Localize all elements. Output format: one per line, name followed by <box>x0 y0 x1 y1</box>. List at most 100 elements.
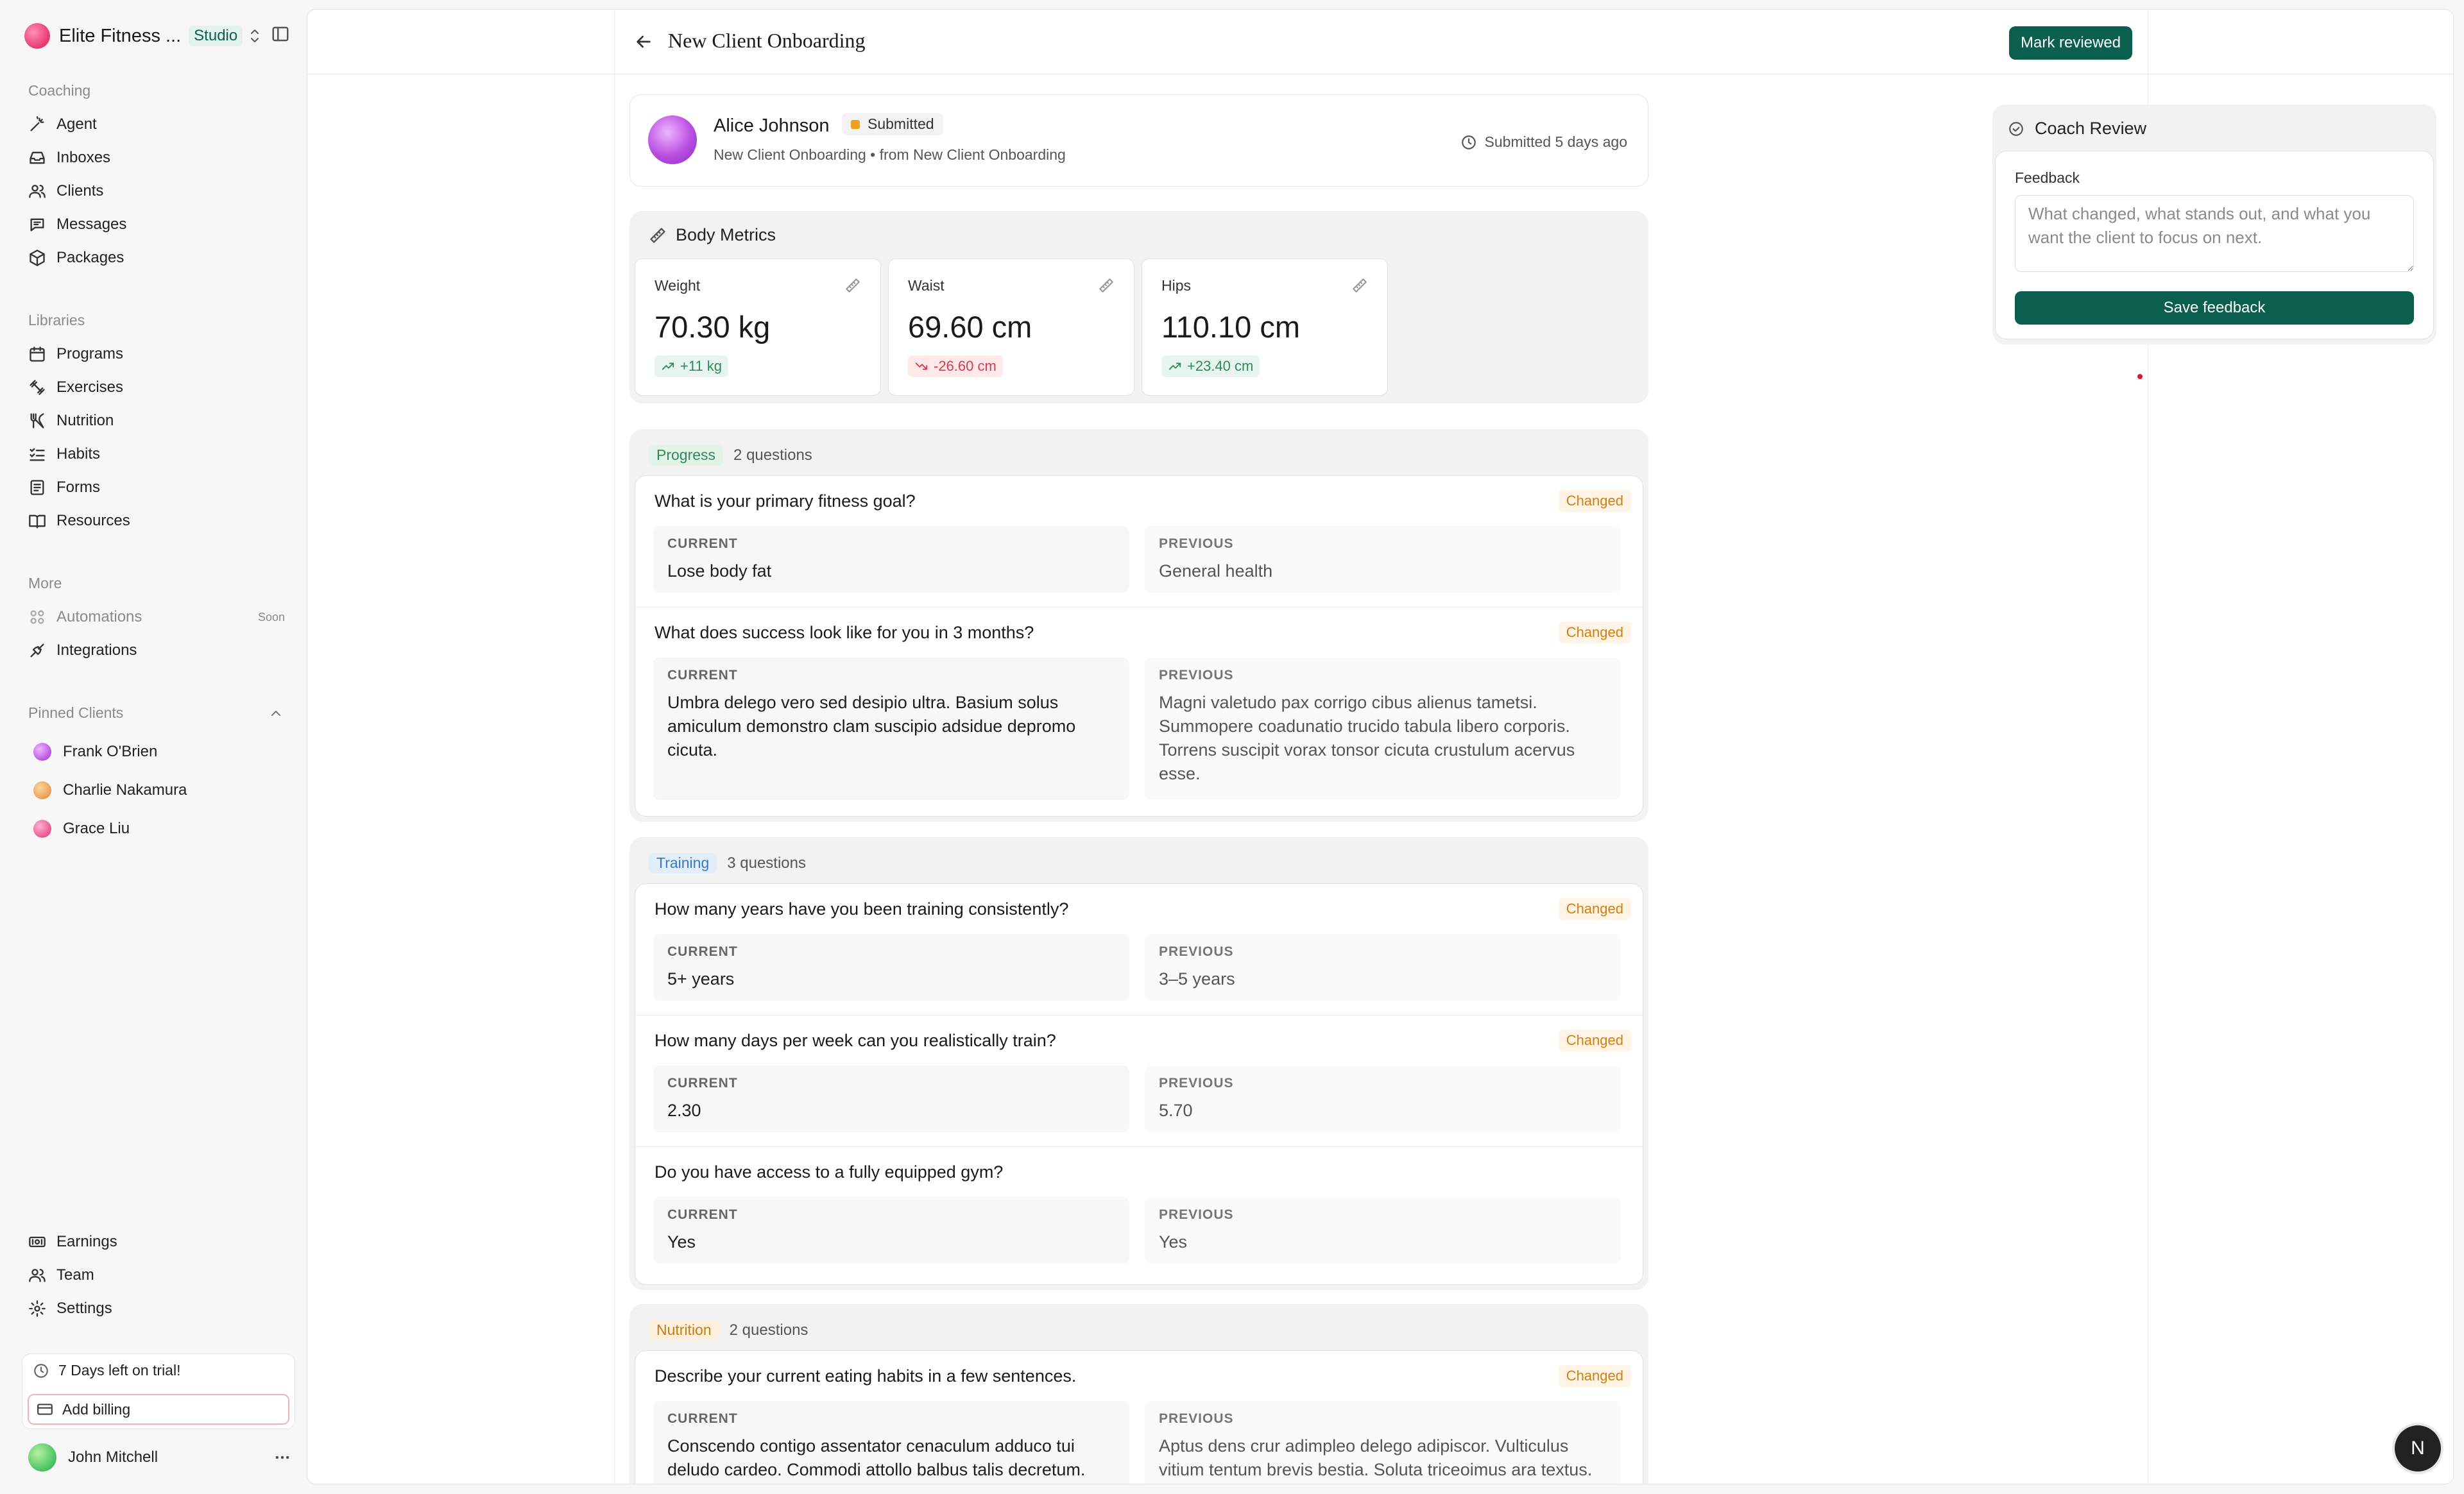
current-label: CURRENT <box>667 668 738 683</box>
assistant-fab-button[interactable]: N <box>2395 1425 2441 1472</box>
answer-value: Magni valetudo pax corrigo cibus alienus… <box>1159 693 1575 783</box>
question-text: How many days per week can you realistic… <box>654 1031 1056 1050</box>
current-answer: CURRENT Lose body fat <box>653 526 1129 593</box>
sidebar-item-nutrition[interactable]: Nutrition <box>28 408 285 434</box>
credit-card-icon <box>37 1404 53 1415</box>
changed-badge: Changed <box>1558 490 1631 512</box>
previous-answer: PREVIOUS 3–5 years <box>1145 934 1621 1001</box>
sidebar-item-habits[interactable]: Habits <box>28 441 285 467</box>
grid-icon <box>30 610 44 624</box>
avatar <box>28 1443 56 1472</box>
save-feedback-button[interactable]: Save feedback <box>2015 291 2414 325</box>
sidebar-item-agent[interactable]: Agent <box>28 112 285 137</box>
previous-label: PREVIOUS <box>1159 1411 1234 1426</box>
user-name: John Mitchell <box>68 1448 158 1466</box>
avatar <box>33 781 51 799</box>
soon-badge: Soon <box>257 610 285 624</box>
group-tag: Progress <box>649 445 724 466</box>
pinned-client-charlie[interactable]: Charlie Nakamura <box>33 777 187 803</box>
mark-reviewed-button[interactable]: Mark reviewed <box>2009 26 2133 60</box>
metric-label: Waist <box>908 277 945 294</box>
sidebar-item-settings[interactable]: Settings <box>28 1296 285 1321</box>
metric-card-waist: Waist 69.60 cm -26.60 cm <box>888 259 1134 396</box>
sidebar-item-label: Nutrition <box>56 412 114 429</box>
ruler-icon <box>844 277 861 294</box>
sidebar-item-programs[interactable]: Programs <box>28 341 285 367</box>
workspace-switcher[interactable]: Elite Fitness ... Studio <box>24 21 300 51</box>
pinned-client-name: Charlie Nakamura <box>63 781 187 799</box>
sidebar-toggle-icon[interactable] <box>271 24 290 44</box>
sidebar-item-automations[interactable]: Automations Soon <box>28 604 285 630</box>
sidebar-item-exercises[interactable]: Exercises <box>28 375 285 400</box>
question-count: 3 questions <box>727 854 807 872</box>
user-menu[interactable]: John Mitchell <box>28 1443 291 1472</box>
question-item: How many days per week can you realistic… <box>635 1015 1643 1147</box>
client-header-card: Alice Johnson Submitted New Client Onboa… <box>629 94 1648 187</box>
ruler-icon <box>1351 277 1368 294</box>
previous-label: PREVIOUS <box>1159 1207 1234 1222</box>
workspace-name: Elite Fitness ... <box>59 25 182 46</box>
group-tag: Nutrition <box>649 1320 719 1341</box>
back-arrow-icon[interactable] <box>633 31 654 52</box>
package-icon <box>30 250 45 266</box>
sidebar-item-label: Habits <box>56 445 101 463</box>
question-item: What is your primary fitness goal? Chang… <box>635 476 1643 607</box>
current-answer: CURRENT Umbra delego vero sed desipio ul… <box>653 658 1129 800</box>
sidebar-item-messages[interactable]: Messages <box>28 212 285 237</box>
sidebar-item-label: Team <box>56 1266 94 1284</box>
sidebar-item-resources[interactable]: Resources <box>28 508 285 534</box>
answer-value: 2.30 <box>667 1101 701 1120</box>
sidebar-item-inboxes[interactable]: Inboxes <box>28 145 285 171</box>
question-item: What does success look like for you in 3… <box>635 607 1643 816</box>
section-libraries: Libraries <box>28 312 85 328</box>
feedback-textarea[interactable] <box>2015 195 2414 272</box>
sidebar-item-integrations[interactable]: Integrations <box>28 638 285 663</box>
pinned-client-frank[interactable]: Frank O'Brien <box>33 739 157 765</box>
submitted-text: Submitted 5 days ago <box>1484 133 1627 150</box>
group-tag: Training <box>649 853 717 874</box>
pinned-client-name: Grace Liu <box>63 820 130 837</box>
changed-badge: Changed <box>1558 622 1631 643</box>
client-name[interactable]: Alice Johnson <box>714 115 830 137</box>
status-text: Submitted <box>868 115 934 132</box>
sidebar-item-team[interactable]: Team <box>28 1262 285 1288</box>
question-group-nutrition: Nutrition 2 questions Describe your curr… <box>629 1304 1648 1484</box>
previous-label: PREVIOUS <box>1159 1076 1234 1091</box>
feedback-label: Feedback <box>2015 169 2080 186</box>
more-horizontal-icon[interactable] <box>273 1448 291 1466</box>
coach-review-panel: Coach Review Feedback Save feedback <box>1992 105 2436 344</box>
gear-icon <box>29 1300 46 1317</box>
sidebar-item-forms[interactable]: Forms <box>28 475 285 500</box>
current-answer: CURRENT 5+ years <box>653 934 1129 1001</box>
question-count: 2 questions <box>729 1321 809 1339</box>
calendar-icon <box>30 346 45 362</box>
sidebar-item-packages[interactable]: Packages <box>28 245 285 271</box>
sidebar-item-clients[interactable]: Clients <box>28 178 285 204</box>
add-billing-label: Add billing <box>62 1400 131 1418</box>
pinned-client-grace[interactable]: Grace Liu <box>33 816 130 842</box>
feedback-form: Feedback Save feedback <box>1995 151 2434 339</box>
current-answer: CURRENT Conscendo contigo assentator cen… <box>653 1401 1129 1484</box>
metric-label: Weight <box>654 277 701 294</box>
avatar <box>33 743 51 761</box>
avatar <box>33 820 51 838</box>
book-icon <box>29 514 46 529</box>
previous-label: PREVIOUS <box>1159 668 1234 683</box>
previous-answer: PREVIOUS 5.70 <box>1145 1065 1621 1132</box>
delta-text: -26.60 cm <box>934 358 997 374</box>
question-text: How many years have you been training co… <box>654 899 1069 919</box>
main-panel: New Client Onboarding Mark reviewed Alic… <box>307 9 2454 1484</box>
changed-badge: Changed <box>1558 1030 1631 1051</box>
metric-value: 70.30 kg <box>654 310 771 344</box>
question-text: Do you have access to a fully equipped g… <box>654 1162 1004 1182</box>
clock-icon <box>34 1363 48 1378</box>
chevron-up-icon[interactable] <box>268 706 284 721</box>
question-list: What is your primary fitness goal? Chang… <box>635 475 1643 817</box>
plan-badge: Studio <box>189 26 243 46</box>
indicator-dot <box>2137 374 2143 379</box>
sidebar-item-earnings[interactable]: Earnings <box>28 1229 285 1255</box>
sidebar-item-label: Automations <box>56 608 142 625</box>
previous-label: PREVIOUS <box>1159 944 1234 959</box>
sidebar-item-label: Earnings <box>56 1233 117 1250</box>
add-billing-button[interactable]: Add billing <box>28 1394 289 1425</box>
